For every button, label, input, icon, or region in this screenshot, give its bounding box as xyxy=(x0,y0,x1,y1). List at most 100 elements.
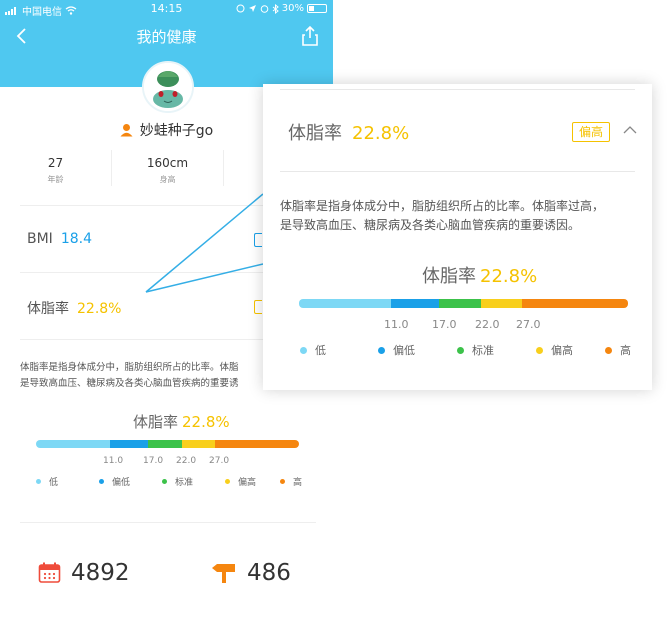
level-badge: 偏高 xyxy=(572,122,610,142)
avatar-image xyxy=(144,63,192,111)
legend-dot xyxy=(99,479,104,484)
status-bar: 中国电信 14:15 30% xyxy=(0,0,333,18)
stat-value: 160cm xyxy=(146,156,189,170)
scale-tick: 27.0 xyxy=(209,456,230,466)
scale-tick: 22.0 xyxy=(475,318,500,331)
card-value: 22.8% xyxy=(352,123,410,144)
scale-segment-high xyxy=(481,299,522,308)
scale-segment-very-high xyxy=(522,299,628,308)
description-line: 是导致高血压、糖尿病及各类心脑血管疾病的重要诱因。 xyxy=(280,218,581,232)
alarm-icon xyxy=(260,5,269,13)
legend-item-standard: 标准 xyxy=(162,475,193,488)
body-fat-value: 22.8% xyxy=(77,301,122,317)
legend-dot xyxy=(162,479,167,484)
legend-item-below: 偏低 xyxy=(378,342,415,358)
body-fat-scale-bar xyxy=(36,440,299,448)
battery-percent: 30% xyxy=(281,3,304,14)
steps-stat[interactable]: 4892 xyxy=(38,560,130,586)
lock-rotation-icon xyxy=(236,4,245,13)
card-title: 体脂率 xyxy=(288,123,342,144)
scale-segment-low xyxy=(299,299,391,308)
legend-label: 偏高 xyxy=(238,478,257,488)
scale-title-label: 体脂率 xyxy=(133,413,179,431)
scale-segment-very-high xyxy=(215,440,299,448)
card-description: 体脂率是指身体成分中，脂肪组织所占的比率。体脂率过高， 是导致高血压、糖尿病及各… xyxy=(280,197,640,235)
stat-label: 身高 xyxy=(159,175,176,184)
scale-tick: 22.0 xyxy=(176,456,197,466)
scale-tick: 17.0 xyxy=(143,456,164,466)
legend-label: 偏高 xyxy=(551,344,573,357)
scale-title-label: 体脂率 xyxy=(422,266,476,287)
legend-label: 低 xyxy=(49,478,59,488)
scale-tick: 11.0 xyxy=(384,318,409,331)
scale-title-value: 22.8% xyxy=(182,413,230,431)
location-icon xyxy=(248,5,256,12)
user-icon xyxy=(120,124,133,137)
username: 妙蛙种子go xyxy=(139,123,214,139)
scale-segment-low xyxy=(36,440,110,448)
body-fat-description: 体脂率是指身体成分中，脂肪组织所占的比率。体脂 是导致高血压、糖尿病及各类心脑血… xyxy=(20,360,263,392)
legend-dot xyxy=(605,346,612,354)
scale-segment-standard xyxy=(148,440,182,448)
legend-label: 高 xyxy=(620,344,631,357)
scale-tick: 27.0 xyxy=(516,318,541,331)
legend-item-high: 偏高 xyxy=(225,475,256,488)
card-divider xyxy=(280,171,635,172)
calendar-icon xyxy=(38,562,61,583)
card-header[interactable]: 体脂率 22.8% xyxy=(288,119,409,145)
legend-label: 偏低 xyxy=(393,344,415,357)
legend-label: 标准 xyxy=(175,478,194,488)
page-title: 我的健康 xyxy=(136,28,197,46)
divider xyxy=(20,522,316,523)
bmi-value: 18.4 xyxy=(60,231,92,247)
battery-icon xyxy=(307,4,327,13)
legend-label: 低 xyxy=(315,344,326,357)
chevron-up-icon[interactable] xyxy=(623,124,637,136)
legend-dot xyxy=(280,479,285,484)
legend-dot xyxy=(225,479,230,484)
nav-bar: 我的健康 xyxy=(0,18,333,54)
bmi-level-badge xyxy=(254,233,262,247)
legend-dot xyxy=(36,479,41,484)
distance-value: 486 xyxy=(247,560,291,586)
legend-label: 高 xyxy=(293,478,303,488)
signpost-icon xyxy=(212,564,235,583)
card-scale-bar xyxy=(299,299,628,308)
legend-item-very-high: 高 xyxy=(280,475,302,488)
legend-label: 偏低 xyxy=(112,478,131,488)
scale-tick: 11.0 xyxy=(103,456,124,466)
bmi-row[interactable]: BMI 18.4 xyxy=(27,231,92,247)
avatar[interactable] xyxy=(142,61,194,113)
legend-item-high: 偏高 xyxy=(536,342,573,358)
card-divider xyxy=(280,89,635,90)
distance-stat[interactable]: 486 xyxy=(211,560,291,586)
scale-segment-high xyxy=(182,440,215,448)
legend-item-standard: 标准 xyxy=(457,342,494,358)
legend-item-below: 偏低 xyxy=(99,475,130,488)
description-line: 体脂率是指身体成分中，脂肪组织所占的比率。体脂 xyxy=(20,362,239,373)
bluetooth-icon xyxy=(272,3,279,14)
body-fat-label: 体脂率 xyxy=(27,301,69,317)
legend-item-low: 低 xyxy=(36,475,58,488)
description-line: 体脂率是指身体成分中，脂肪组织所占的比率。体脂率过高， xyxy=(280,199,605,213)
legend-label: 标准 xyxy=(472,344,494,357)
legend-item-low: 低 xyxy=(300,342,326,358)
scale-segment-below xyxy=(391,299,439,308)
steps-value: 4892 xyxy=(71,560,130,586)
body-fat-level-badge xyxy=(254,300,262,314)
stat-height: 160cm 身高 xyxy=(112,150,224,186)
scale-title-value: 22.8% xyxy=(480,266,538,287)
scale-segment-below xyxy=(110,440,148,448)
share-button[interactable] xyxy=(299,24,321,48)
card-scale-title: 体脂率 22.8% xyxy=(422,262,537,288)
scale-tick: 17.0 xyxy=(432,318,457,331)
stat-age: 27 年龄 xyxy=(0,150,112,186)
description-line: 是导致高血压、糖尿病及各类心脑血管疾病的重要诱 xyxy=(20,378,239,389)
stat-label: 年龄 xyxy=(47,175,64,184)
body-fat-detail-card: 体脂率 22.8% 偏高 体脂率是指身体成分中，脂肪组织所占的比率。体脂率过高，… xyxy=(263,84,652,390)
body-fat-row[interactable]: 体脂率 22.8% xyxy=(27,298,121,318)
stat-value: 27 xyxy=(47,156,64,170)
legend-dot xyxy=(378,346,385,354)
legend-dot xyxy=(457,346,464,354)
legend-dot xyxy=(300,346,307,354)
